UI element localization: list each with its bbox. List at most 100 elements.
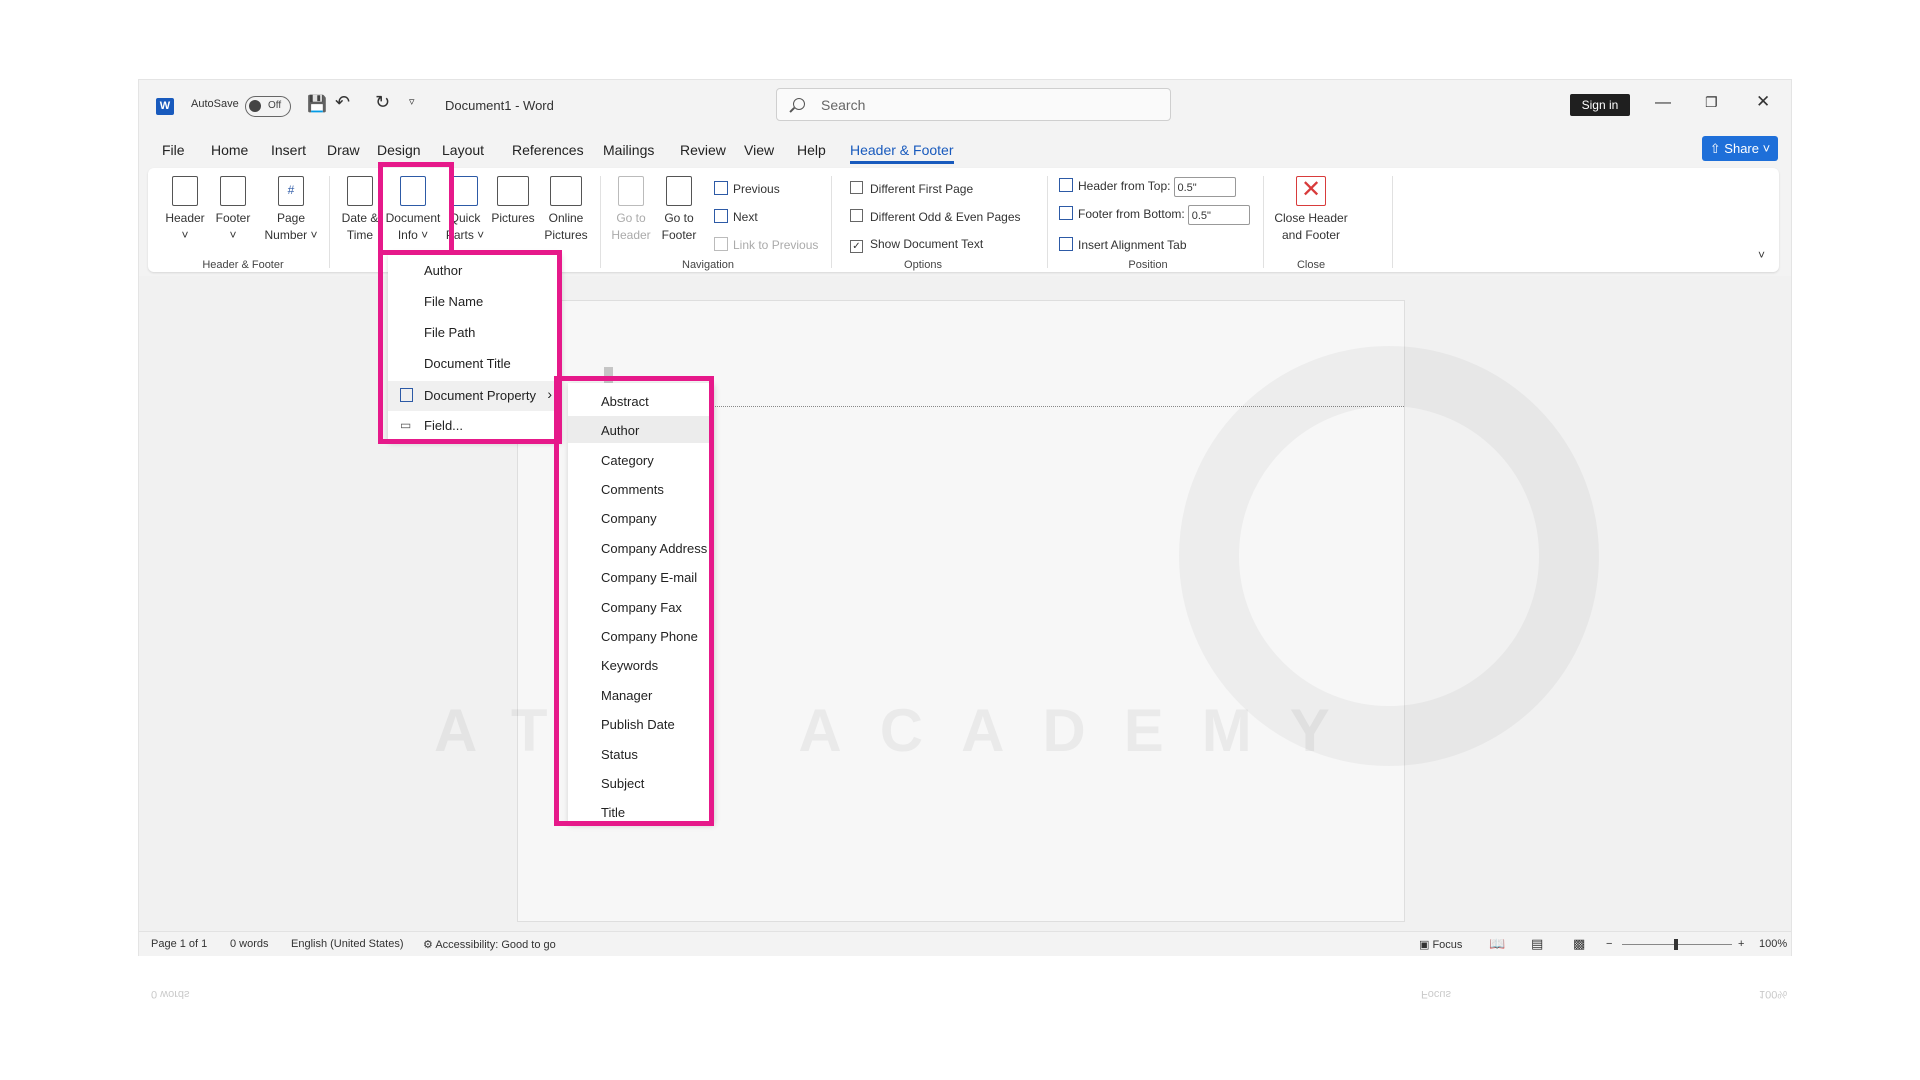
collapse-ribbon-icon[interactable]: ˅ (1758, 248, 1765, 262)
show-document-text-checkbox[interactable]: ✓ Show Document Text (850, 237, 983, 253)
reflection-zoom: 100% (1759, 988, 1788, 1000)
previous-button[interactable]: Previous (714, 181, 780, 196)
go-to-header-button[interactable]: Go to Header (606, 176, 656, 244)
highlight-property-submenu (554, 376, 714, 826)
online-pictures-label-1: Online (548, 211, 584, 225)
minimize-icon[interactable]: — (1655, 94, 1671, 112)
page-number-label-2: Number (264, 228, 308, 242)
close-header-footer-label-2: and Footer (1281, 228, 1341, 242)
footer-position-icon (1059, 206, 1073, 221)
different-first-page-checkbox[interactable]: Different First Page (850, 181, 973, 196)
separator (831, 176, 832, 268)
search-box[interactable]: Search (776, 88, 1171, 121)
customize-qat-icon[interactable]: ▿ (409, 95, 415, 108)
zoom-in-icon[interactable]: + (1738, 938, 1744, 950)
accessibility-icon: ⚙ (423, 939, 436, 951)
zoom-level[interactable]: 100% (1759, 938, 1787, 950)
autosave-toggle[interactable]: Off (245, 96, 291, 117)
share-button[interactable]: ⇧ Share ˅ (1702, 136, 1778, 161)
link-icon (714, 237, 728, 251)
tab-help[interactable]: Help (797, 142, 826, 158)
online-pictures-label-2: Pictures (544, 228, 588, 242)
focus-label: Focus (1432, 939, 1463, 951)
sign-in-button[interactable]: Sign in (1570, 94, 1630, 116)
zoom-out-icon[interactable]: − (1606, 938, 1612, 950)
tab-header-footer[interactable]: Header & Footer (850, 142, 954, 164)
go-to-footer-button[interactable]: Go to Footer (654, 176, 704, 244)
accessibility-status[interactable]: ⚙ Accessibility: Good to go (423, 938, 556, 951)
web-layout-icon[interactable]: ▩ (1573, 936, 1585, 952)
tab-mailings[interactable]: Mailings (603, 142, 654, 158)
save-icon[interactable]: 💾 (307, 94, 327, 114)
zoom-slider[interactable] (1622, 939, 1732, 950)
separator (600, 176, 601, 268)
different-first-page-label: Different First Page (870, 182, 974, 196)
alignment-tab-icon (1059, 237, 1073, 251)
separator (1263, 176, 1264, 268)
link-to-previous-label: Link to Previous (733, 238, 819, 252)
tab-review[interactable]: Review (680, 142, 726, 158)
page-number-label-1: Page (276, 211, 306, 225)
title-bar: W AutoSave Off 💾 ↶ ↻ ▿ Document1 - Word … (139, 80, 1791, 132)
autosave-state: Off (268, 100, 282, 111)
header-from-top-input[interactable]: 0.5" (1173, 177, 1236, 197)
tab-design[interactable]: Design (377, 142, 421, 158)
footer-from-bottom-input[interactable]: 0.5" (1187, 205, 1250, 225)
next-button[interactable]: Next (714, 209, 758, 224)
word-count[interactable]: 0 words (230, 938, 269, 950)
separator (1392, 176, 1393, 268)
online-pictures-button[interactable]: Online Pictures (538, 176, 594, 244)
footer-from-bottom-label: Footer from Bottom: (1078, 207, 1185, 222)
link-to-previous-button[interactable]: Link to Previous (714, 237, 818, 252)
tab-view[interactable]: View (744, 142, 774, 158)
header-label: Header (165, 211, 205, 225)
quick-parts-icon (452, 176, 478, 206)
footer-label: Footer (215, 211, 251, 225)
header-icon (172, 176, 198, 206)
show-document-text-label: Show Document Text (870, 237, 984, 251)
page-number-button[interactable]: # Page Number ˅ (258, 176, 324, 244)
restore-icon[interactable]: ❐ (1705, 94, 1718, 111)
go-to-header-icon (618, 176, 644, 206)
word-logo-icon: W (156, 98, 174, 115)
focus-icon: ▣ (1419, 939, 1433, 951)
pictures-button[interactable]: Pictures (488, 176, 538, 227)
next-label: Next (733, 210, 758, 224)
read-mode-icon[interactable]: 📖 (1489, 936, 1505, 952)
close-x-icon: ✕ (1296, 176, 1326, 206)
different-odd-even-checkbox[interactable]: Different Odd & Even Pages (850, 209, 1021, 224)
close-header-footer-button[interactable]: ✕ Close Header and Footer (1266, 176, 1356, 244)
language-status[interactable]: English (United States) (291, 938, 404, 950)
autosave-label: AutoSave (191, 98, 239, 110)
footer-button[interactable]: Footer ˅ (208, 176, 258, 244)
go-to-footer-label-2: Footer (661, 228, 697, 242)
undo-icon[interactable]: ↶ (335, 92, 350, 113)
tab-draw[interactable]: Draw (327, 142, 360, 158)
status-bar-reflection: 0 words Focus 100% (139, 980, 1791, 1040)
header-from-top-label: Header from Top: (1078, 179, 1171, 194)
status-bar: Page 1 of 1 0 words English (United Stat… (139, 931, 1791, 956)
page-count[interactable]: Page 1 of 1 (151, 938, 207, 950)
redo-icon[interactable]: ↻ (375, 92, 390, 113)
document-title: Document1 - Word (445, 98, 554, 113)
zoom-slider-thumb[interactable] (1674, 939, 1678, 950)
tab-layout[interactable]: Layout (442, 142, 484, 158)
tab-file[interactable]: File (162, 142, 185, 158)
go-to-footer-label-1: Go to (664, 211, 694, 225)
tab-insert[interactable]: Insert (271, 142, 306, 158)
footer-icon (220, 176, 246, 206)
tab-home[interactable]: Home (211, 142, 248, 158)
highlight-document-info-button (378, 162, 454, 255)
insert-alignment-tab-button[interactable]: Insert Alignment Tab (1059, 237, 1187, 252)
print-layout-icon[interactable]: ▤ (1531, 936, 1543, 952)
reflection-focus: Focus (1421, 988, 1451, 1000)
separator (1047, 176, 1048, 268)
close-window-icon[interactable]: ✕ (1756, 92, 1770, 112)
watermark-logo (1179, 346, 1599, 766)
tab-references[interactable]: References (512, 142, 584, 158)
go-to-header-label-1: Go to (616, 211, 646, 225)
focus-button[interactable]: ▣ Focus (1419, 938, 1462, 951)
reflection-words: 0 words (151, 988, 190, 1000)
header-button[interactable]: Header ˅ (160, 176, 210, 244)
online-pictures-icon (550, 176, 582, 206)
